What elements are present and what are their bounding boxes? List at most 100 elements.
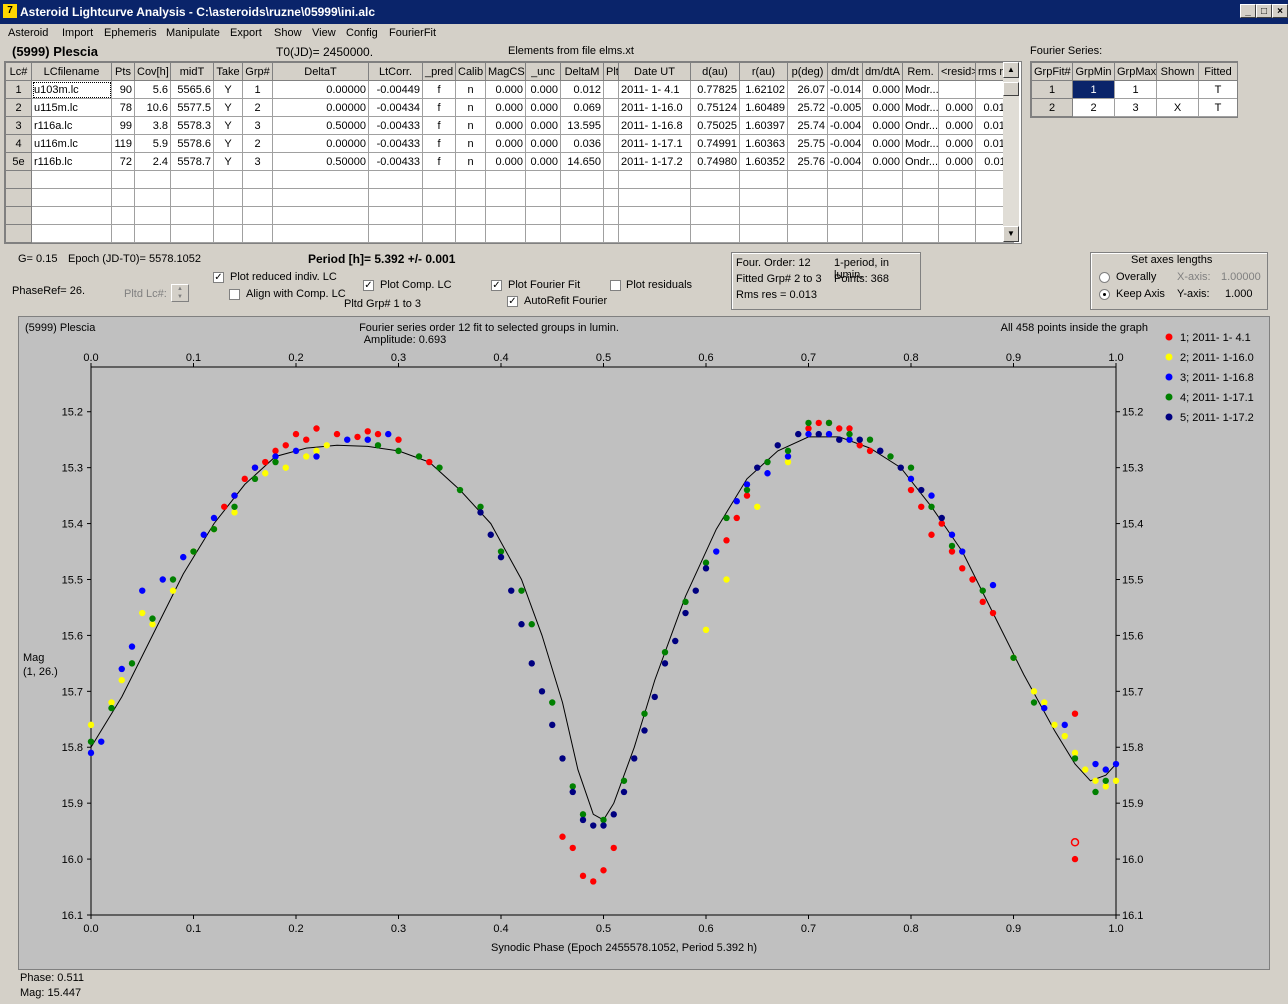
lc-cell[interactable]: 1 (242, 80, 273, 99)
lc-cell[interactable]: 0.77825 (690, 80, 740, 99)
lc-cell[interactable]: 0.000 (525, 80, 561, 99)
lc-cell[interactable] (422, 170, 456, 189)
lc-col-header[interactable]: Lc# (5, 62, 32, 81)
lc-cell[interactable]: 0.069 (560, 98, 604, 117)
lc-cell[interactable] (368, 170, 423, 189)
lc-cell[interactable] (902, 170, 939, 189)
lc-cell[interactable] (938, 206, 976, 225)
lc-cell[interactable]: -0.004 (827, 152, 863, 171)
lc-col-header[interactable]: _unc (525, 62, 561, 81)
lc-cell[interactable]: 0.000 (938, 134, 976, 153)
lc-cell[interactable] (525, 170, 561, 189)
lc-cell[interactable] (618, 224, 691, 243)
lc-cell[interactable]: f (422, 116, 456, 135)
fourier-cell[interactable]: 1 (1072, 80, 1115, 99)
lc-cell[interactable]: 0.000 (485, 98, 526, 117)
lc-cell[interactable] (213, 188, 243, 207)
lc-cell[interactable]: 90 (111, 80, 135, 99)
lc-col-header[interactable]: LtCorr. (368, 62, 423, 81)
menu-show[interactable]: Show (274, 27, 302, 39)
lc-cell[interactable] (485, 206, 526, 225)
lc-cell[interactable]: 3.8 (134, 116, 171, 135)
lc-cell[interactable] (862, 206, 903, 225)
lc-cell[interactable]: r116a.lc (31, 116, 112, 135)
lc-cell[interactable]: 0.000 (485, 152, 526, 171)
lc-cell[interactable]: 25.75 (787, 134, 828, 153)
lc-cell[interactable]: 2 (242, 98, 273, 117)
lc-cell[interactable] (272, 206, 369, 225)
close-button[interactable]: × (1272, 4, 1288, 18)
lc-cell[interactable]: 0.000 (525, 134, 561, 153)
lc-cell[interactable] (618, 188, 691, 207)
lc-cell[interactable] (422, 224, 456, 243)
lc-cell[interactable]: 5.9 (134, 134, 171, 153)
lc-cell[interactable]: -0.00434 (368, 98, 423, 117)
lc-cell[interactable]: 119 (111, 134, 135, 153)
lc-cell[interactable] (739, 206, 788, 225)
lc-cell[interactable] (368, 206, 423, 225)
lc-cell[interactable]: 5578.3 (170, 116, 214, 135)
lc-cell[interactable]: 0.036 (560, 134, 604, 153)
lc-row-header[interactable]: 5e (5, 152, 32, 171)
lc-cell[interactable]: 0.50000 (272, 116, 369, 135)
lc-cell[interactable]: 1.60352 (739, 152, 788, 171)
lc-cell[interactable]: 14.650 (560, 152, 604, 171)
fourier-row-header[interactable]: 2 (1031, 98, 1073, 117)
lc-cell[interactable]: 0.000 (485, 116, 526, 135)
lc-cell[interactable] (31, 206, 112, 225)
lc-cell[interactable] (560, 206, 604, 225)
lc-cell[interactable] (862, 224, 903, 243)
lc-cell[interactable] (560, 188, 604, 207)
lc-cell[interactable]: 0.00000 (272, 98, 369, 117)
lc-row-header[interactable] (5, 206, 32, 225)
lc-cell[interactable] (111, 206, 135, 225)
lc-cell[interactable] (902, 206, 939, 225)
lc-cell[interactable] (603, 224, 619, 243)
lc-table-row[interactable]: 5e r116b.lc 72 2.4 5578.7 Y 3 0.50000 -0.00433 f n… (5, 152, 1014, 171)
fourier-col-header[interactable]: Shown (1156, 62, 1199, 81)
lc-cell[interactable]: r116b.lc (31, 152, 112, 171)
lc-cell[interactable] (134, 206, 171, 225)
lc-row-header[interactable]: 2 (5, 98, 32, 117)
lc-col-header[interactable]: Pts (111, 62, 135, 81)
lc-cell[interactable]: n (455, 116, 486, 135)
lc-row-header[interactable]: 3 (5, 116, 32, 135)
lc-cell[interactable]: f (422, 152, 456, 171)
lc-col-header[interactable]: midT (170, 62, 214, 81)
lc-cell[interactable] (31, 188, 112, 207)
lc-cell[interactable] (739, 170, 788, 189)
lc-cell[interactable]: Modr... (902, 134, 939, 153)
lc-cell[interactable]: n (455, 152, 486, 171)
lc-cell[interactable] (938, 224, 976, 243)
lc-cell[interactable] (938, 80, 976, 99)
lc-col-header[interactable]: LCfilename (31, 62, 112, 81)
lc-cell[interactable] (862, 188, 903, 207)
fourier-cell[interactable]: T (1198, 80, 1237, 99)
lc-cell[interactable]: Y (213, 98, 243, 117)
lc-cell[interactable] (690, 170, 740, 189)
lc-cell[interactable]: 0.000 (525, 152, 561, 171)
lc-cell[interactable]: -0.00449 (368, 80, 423, 99)
lc-col-header[interactable]: p(deg) (787, 62, 828, 81)
lc-cell[interactable] (485, 224, 526, 243)
lc-cell[interactable]: 2011- 1-16.8 (618, 116, 691, 135)
fourier-col-header[interactable]: GrpMin (1072, 62, 1115, 81)
lc-cell[interactable] (938, 170, 976, 189)
lc-cell[interactable] (134, 170, 171, 189)
lc-cell[interactable] (170, 224, 214, 243)
lc-col-header[interactable]: d(au) (690, 62, 740, 81)
lc-cell[interactable] (827, 206, 863, 225)
lc-cell[interactable] (111, 224, 135, 243)
menu-fourierfit[interactable]: FourierFit (389, 27, 436, 39)
lc-cell[interactable] (455, 206, 486, 225)
lc-cell[interactable]: u116m.lc (31, 134, 112, 153)
lc-cell[interactable] (242, 170, 273, 189)
lc-cell[interactable]: 2 (242, 134, 273, 153)
lc-cell[interactable]: 0.000 (862, 80, 903, 99)
menu-manipulate[interactable]: Manipulate (166, 27, 220, 39)
lc-cell[interactable] (739, 224, 788, 243)
menu-ephemeris[interactable]: Ephemeris (104, 27, 157, 39)
fourier-cell[interactable]: 3 (1114, 98, 1157, 117)
lc-cell[interactable]: 0.012 (560, 80, 604, 99)
lc-cell[interactable]: 3 (242, 116, 273, 135)
